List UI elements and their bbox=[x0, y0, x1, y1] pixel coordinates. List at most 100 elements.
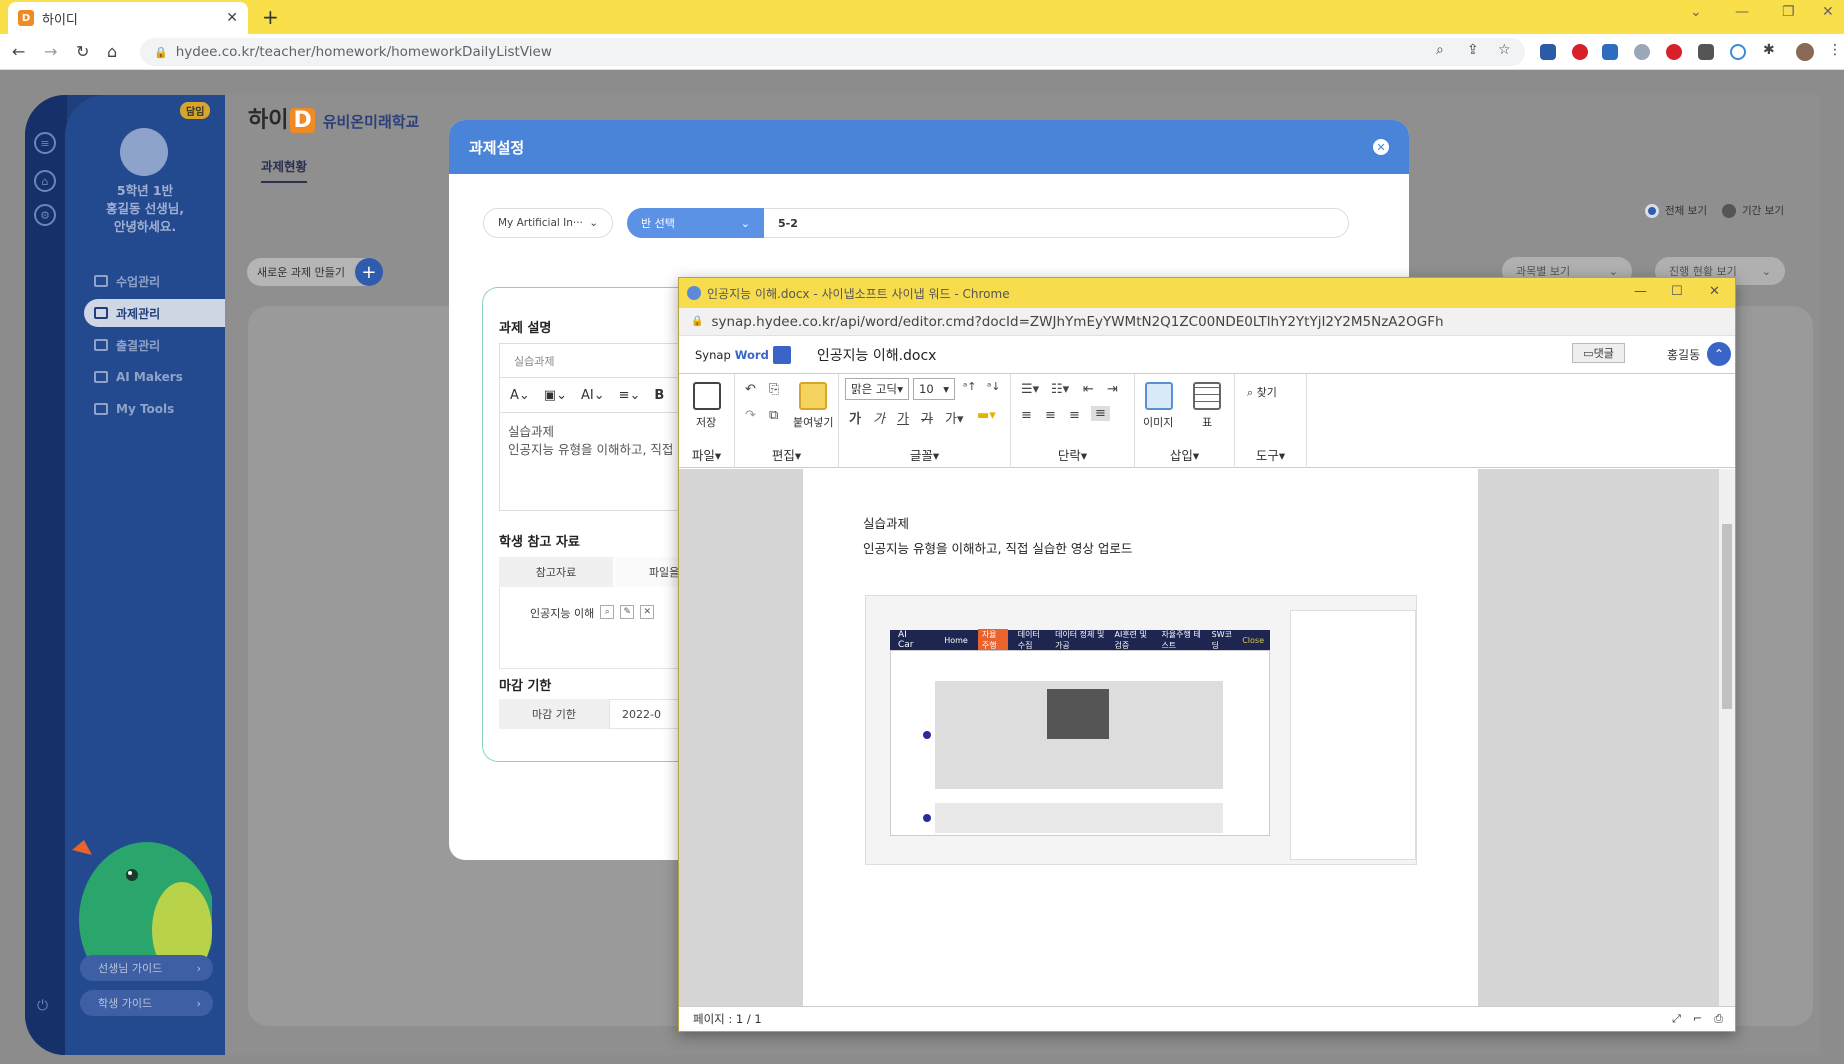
student-guide-button[interactable]: 학생 가이드 › bbox=[80, 990, 213, 1016]
list-icon[interactable]: ≡ bbox=[34, 132, 56, 154]
extension-4-icon[interactable] bbox=[1634, 44, 1650, 60]
profile-avatar[interactable] bbox=[1796, 43, 1814, 61]
new-tab-icon[interactable]: + bbox=[262, 5, 279, 29]
font-size-icon[interactable]: AI⌄ bbox=[581, 388, 605, 403]
comment-button[interactable]: ▭ 댓글 bbox=[1572, 343, 1625, 363]
radio-view-period[interactable]: 기간 보기 bbox=[1722, 203, 1784, 218]
bookmark-star-icon[interactable]: ☆ bbox=[1498, 42, 1511, 58]
synap-maximize-icon[interactable]: ☐ bbox=[1671, 284, 1683, 299]
forward-icon[interactable]: → bbox=[44, 42, 57, 61]
scroll-thumb[interactable] bbox=[1722, 524, 1732, 709]
tab-search-icon[interactable]: ⌄ bbox=[1690, 4, 1702, 20]
tools-menu[interactable]: 도구▾ bbox=[1235, 445, 1306, 464]
browser-tab[interactable]: D 하이디 ✕ bbox=[8, 2, 248, 34]
highlight-icon[interactable]: ▣⌄ bbox=[544, 388, 567, 403]
synap-minimize-icon[interactable]: — bbox=[1634, 284, 1647, 299]
shrink-font-icon[interactable]: ᵃ↓ bbox=[987, 380, 1001, 393]
paste-clipboard-icon[interactable] bbox=[799, 382, 827, 410]
font-color-icon[interactable]: 가▾ bbox=[945, 408, 964, 427]
modal-close-icon[interactable]: ✕ bbox=[1373, 139, 1389, 155]
extension-2-icon[interactable] bbox=[1572, 44, 1588, 60]
subject-select[interactable]: My Artificial In··· ⌄ bbox=[483, 208, 613, 238]
tab-homework-status[interactable]: 과제현황 bbox=[261, 156, 308, 183]
extension-6-icon[interactable] bbox=[1698, 44, 1714, 60]
back-icon[interactable]: ← bbox=[12, 42, 25, 61]
italic-icon[interactable]: 가 bbox=[873, 408, 885, 427]
copy-format-icon[interactable]: ⎘ bbox=[769, 382, 779, 397]
document-page[interactable]: 실습과제 인공지능 유형을 이해하고, 직접 실습한 영상 업로드 AI Car… bbox=[803, 469, 1478, 1006]
class-value-field[interactable]: 5-2 bbox=[764, 208, 1349, 238]
align-center-icon[interactable]: ≡ bbox=[1045, 408, 1056, 423]
extension-1-icon[interactable] bbox=[1540, 44, 1556, 60]
align-right-icon[interactable]: ≡ bbox=[1069, 408, 1080, 423]
delete-icon[interactable]: ✕ bbox=[640, 605, 655, 619]
paragraph-menu[interactable]: 단락▾ bbox=[1011, 445, 1134, 464]
image-label: 이미지 bbox=[1143, 416, 1174, 429]
bullet-list-icon[interactable]: ☷▾ bbox=[1051, 382, 1069, 397]
sidebar-item-class[interactable]: 수업관리 bbox=[84, 267, 225, 295]
description-pane bbox=[1290, 610, 1416, 860]
indent-icon[interactable]: ⇥ bbox=[1107, 382, 1118, 397]
view-mode-icon[interactable]: ⌐ bbox=[1693, 1012, 1702, 1026]
font-color-icon[interactable]: A⌄ bbox=[510, 388, 530, 403]
numbered-list-icon[interactable]: ☰▾ bbox=[1021, 382, 1039, 397]
align-left-icon[interactable]: ≡ bbox=[1021, 408, 1032, 423]
share-icon[interactable]: ⇪ bbox=[1467, 42, 1479, 58]
close-window-icon[interactable]: ✕ bbox=[1822, 4, 1834, 20]
home-icon[interactable]: ⌂ bbox=[107, 42, 117, 61]
font-size-select[interactable]: 10 ▾ bbox=[913, 378, 955, 400]
underline-icon[interactable]: 가 bbox=[897, 408, 909, 427]
close-tab-icon[interactable]: ✕ bbox=[226, 10, 238, 26]
sidebar-item-attendance[interactable]: 출결관리 bbox=[84, 331, 225, 359]
power-icon[interactable]: ⏻ bbox=[37, 998, 48, 1014]
save-disk-icon[interactable] bbox=[693, 382, 721, 410]
address-bar[interactable]: 🔒 hydee.co.kr/teacher/homework/homeworkD… bbox=[140, 38, 1525, 66]
file-menu[interactable]: 파일▾ bbox=[679, 445, 734, 464]
new-task-button[interactable]: 새로운 과제 만들기 + bbox=[247, 258, 383, 286]
settings-gear-icon[interactable]: ⚙ bbox=[34, 204, 56, 226]
insert-menu[interactable]: 삽입▾ bbox=[1135, 445, 1234, 464]
edit-icon[interactable]: ✎ bbox=[620, 605, 635, 619]
outdent-icon[interactable]: ⇤ bbox=[1083, 382, 1094, 397]
highlight-color-icon[interactable]: ▬▾ bbox=[977, 408, 996, 423]
reload-icon[interactable]: ↻ bbox=[76, 42, 89, 61]
collapse-ribbon-icon[interactable]: ⌃ bbox=[1707, 342, 1731, 366]
class-select[interactable]: 반 선택 ⌄ bbox=[627, 208, 764, 238]
document-scrollbar[interactable] bbox=[1719, 469, 1735, 1006]
synap-address-bar: 🔒 synap.hydee.co.kr/api/word/editor.cmd?… bbox=[679, 308, 1735, 336]
insert-table-icon[interactable] bbox=[1193, 382, 1221, 410]
fit-page-icon[interactable]: ⤢ bbox=[1672, 1012, 1681, 1026]
restore-icon[interactable]: ❐ bbox=[1782, 4, 1795, 20]
extension-3-icon[interactable] bbox=[1602, 44, 1618, 60]
bold-icon[interactable]: 가 bbox=[849, 408, 861, 427]
sidebar-item-ai-makers[interactable]: AI Makers bbox=[84, 363, 225, 391]
sidebar-item-my-tools[interactable]: My Tools bbox=[84, 395, 225, 423]
font-name-select[interactable]: 맑은 고딕 ▾ bbox=[845, 378, 909, 400]
preview-icon[interactable]: ⌕ bbox=[600, 605, 615, 619]
extension-5-icon[interactable] bbox=[1666, 44, 1682, 60]
strikethrough-icon[interactable]: 가 bbox=[921, 408, 933, 427]
copy-icon[interactable]: ⧉ bbox=[769, 408, 778, 423]
grow-font-icon[interactable]: ᵃ↑ bbox=[963, 380, 977, 393]
minimize-icon[interactable]: — bbox=[1735, 4, 1749, 20]
insert-image-icon[interactable] bbox=[1145, 382, 1173, 410]
edit-menu[interactable]: 편집▾ bbox=[735, 445, 838, 464]
find-button[interactable]: ⌕ 찾기 bbox=[1247, 384, 1277, 400]
undo-icon[interactable]: ↶ bbox=[745, 382, 756, 397]
redo-icon[interactable]: ↷ bbox=[745, 408, 756, 423]
extensions-puzzle-icon[interactable]: ✱ bbox=[1763, 42, 1775, 58]
school-icon[interactable]: ⌂ bbox=[34, 170, 56, 192]
teacher-guide-button[interactable]: 선생님 가이드 › bbox=[80, 955, 213, 981]
print-icon[interactable]: ⎙ bbox=[1714, 1012, 1723, 1026]
sidebar-item-homework[interactable]: 과제관리 bbox=[84, 299, 225, 327]
browser-menu-icon[interactable]: ⋮ bbox=[1828, 42, 1842, 58]
extension-7-icon[interactable] bbox=[1730, 44, 1746, 60]
zoom-icon[interactable]: ⌕ bbox=[1436, 42, 1444, 58]
justify-icon[interactable]: ≡ bbox=[1091, 406, 1110, 421]
font-menu[interactable]: 글꼴▾ bbox=[839, 445, 1010, 464]
ai-car-nav: AI Car Home 자율주행 데이터수집 데이터 정제 및 가공 AI훈련 … bbox=[890, 629, 1270, 651]
radio-view-all[interactable]: 전체 보기 bbox=[1645, 203, 1707, 218]
bold-icon[interactable]: B bbox=[654, 388, 664, 403]
align-icon[interactable]: ≡⌄ bbox=[619, 388, 641, 403]
synap-close-icon[interactable]: ✕ bbox=[1709, 284, 1720, 299]
